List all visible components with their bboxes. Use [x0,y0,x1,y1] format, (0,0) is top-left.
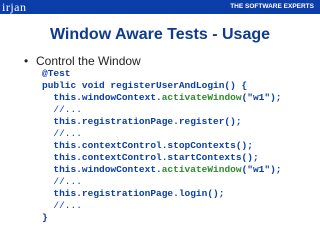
code-line: this.contextControl.stopContexts(); [42,140,281,152]
code-line: //... [42,176,281,188]
code-statement: this.registrationPage.register(); [53,116,242,127]
code-closing-brace: } [42,212,48,223]
code-comment: //... [53,200,82,211]
code-line: public void registerUserAndLogin() { [42,80,281,92]
code-comment: //... [53,104,82,115]
code-signature: public void registerUserAndLogin() { [42,80,248,91]
code-line: this.registrationPage.login(); [42,188,281,200]
bullet-dot-icon: • [24,54,29,68]
code-line: this.registrationPage.register(); [42,116,281,128]
code-block: @Test public void registerUserAndLogin()… [42,68,281,224]
code-method: activateWindow [161,164,242,175]
code-comment: //... [53,176,82,187]
code-object: this.windowContext. [53,164,162,175]
company-tagline: THE SOFTWARE EXPERTS [230,3,314,10]
slide-title: Window Aware Tests - Usage [49,26,271,43]
code-statement: this.contextControl.startContexts(); [53,152,259,163]
code-line: //... [42,200,281,212]
code-line: this.windowContext.activateWindow("w1"); [42,164,281,176]
code-annotation: @Test [42,68,71,79]
code-statement: this.contextControl.stopContexts(); [53,140,253,151]
code-line: } [42,212,281,224]
code-comment: //... [53,128,82,139]
bullet-text: Control the Window [36,54,141,68]
code-line: this.windowContext.activateWindow("w1"); [42,92,281,104]
code-args: ("w1"); [241,164,282,175]
code-line: @Test [42,68,281,80]
header-bar: irjan THE SOFTWARE EXPERTS [0,0,320,14]
code-line: //... [42,104,281,116]
code-args: ("w1"); [241,92,282,103]
company-logo: irjan [2,0,27,14]
code-method: activateWindow [161,92,242,103]
code-line: //... [42,128,281,140]
code-line: this.contextControl.startContexts(); [42,152,281,164]
code-object: this.windowContext. [53,92,162,103]
code-statement: this.registrationPage.login(); [53,188,225,199]
